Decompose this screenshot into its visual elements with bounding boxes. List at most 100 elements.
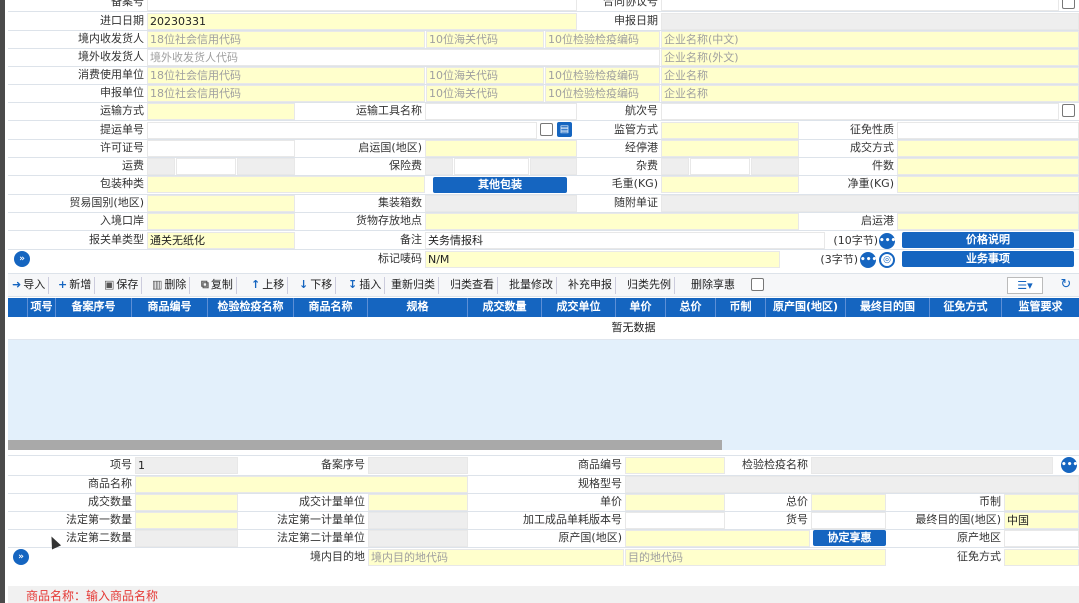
item-code-field[interactable] xyxy=(811,512,886,529)
import-date-field[interactable]: 20230331 xyxy=(147,13,577,30)
view-classification-button[interactable]: 归类查看 xyxy=(447,277,498,294)
document-icon[interactable]: ▤ xyxy=(557,122,572,137)
package-field[interactable] xyxy=(147,176,425,193)
insert-button[interactable]: ↧ 插入 xyxy=(345,277,386,294)
delete-preference-button[interactable]: 删除享惠 xyxy=(688,277,738,294)
dest-code-field[interactable]: 目的地代码 xyxy=(625,549,886,566)
transport-tool-field[interactable] xyxy=(425,103,577,120)
refresh-icon[interactable]: ↻ xyxy=(1057,277,1075,294)
record-seq-field[interactable] xyxy=(368,457,468,474)
record-no-field[interactable] xyxy=(147,0,577,11)
insurance-value-field[interactable] xyxy=(454,158,529,175)
other-package-button[interactable]: 其他包装 xyxy=(433,177,567,193)
goods-location-field[interactable] xyxy=(425,213,799,230)
final-country-field[interactable]: 中国 xyxy=(1004,512,1079,529)
entry-port-field[interactable] xyxy=(147,213,295,230)
declaration-type-field[interactable]: 通关无纸化 xyxy=(147,232,295,249)
supplement-declare-button[interactable]: 补充申报 xyxy=(565,277,616,294)
goods-name-field[interactable] xyxy=(135,476,468,493)
goods-code-field[interactable] xyxy=(625,457,725,474)
misc-value-field[interactable] xyxy=(690,158,750,175)
misc-type-field[interactable] xyxy=(661,158,689,175)
table-scrollbar[interactable] xyxy=(8,440,722,450)
domestic-dest-field[interactable]: 境内目的地代码 xyxy=(368,549,624,566)
classification-precedent-button[interactable]: 归类先例 xyxy=(624,277,675,294)
misc-currency-field[interactable] xyxy=(751,158,799,175)
price-note-button[interactable]: 价格说明 xyxy=(902,232,1074,248)
domestic-ciq-code-field[interactable]: 10位检验检疫编码 xyxy=(545,31,660,48)
remark-more-icon[interactable]: ••• xyxy=(879,233,896,249)
departure-country-field[interactable] xyxy=(425,140,577,157)
overseas-code-field[interactable]: 境外收发货人代码 xyxy=(147,49,660,66)
bom-version-field[interactable] xyxy=(625,512,725,529)
bill-checkbox[interactable] xyxy=(540,123,553,136)
declarant-company-field[interactable]: 企业名称 xyxy=(661,85,1079,102)
delete-button[interactable]: ▥ 删除 xyxy=(149,277,191,294)
net-weight-field[interactable] xyxy=(897,176,1079,193)
agreement-preference-button[interactable]: 协定享惠 xyxy=(813,530,886,546)
deal-unit-field[interactable] xyxy=(368,494,468,511)
freight-currency-field[interactable] xyxy=(237,158,295,175)
batch-edit-button[interactable]: 批量修改 xyxy=(506,277,557,294)
toolbar-checkbox[interactable] xyxy=(751,278,764,291)
domestic-credit-code-field[interactable]: 18位社会信用代码 xyxy=(147,31,425,48)
expand-detail-icon[interactable]: » xyxy=(13,549,29,565)
consumer-company-field[interactable]: 企业名称 xyxy=(661,67,1079,84)
transit-port-field[interactable] xyxy=(661,140,799,157)
overseas-company-field[interactable]: 企业名称(外文) xyxy=(661,49,1079,66)
remark-field[interactable]: 关务情报科 xyxy=(425,232,825,249)
freight-value-field[interactable] xyxy=(176,158,236,175)
declarant-ciq-code-field[interactable]: 10位检验检疫编码 xyxy=(545,85,660,102)
exemption-nature-field[interactable] xyxy=(897,122,1079,139)
expand-form-icon[interactable]: » xyxy=(14,251,30,267)
origin-country-field[interactable] xyxy=(625,530,810,547)
origin-region-field[interactable] xyxy=(1004,530,1079,547)
insurance-type-field[interactable] xyxy=(425,158,453,175)
move-up-button[interactable]: ↑ 上移 xyxy=(248,277,289,294)
departure-port-field[interactable] xyxy=(897,213,1079,230)
bill-no-field[interactable] xyxy=(147,122,537,139)
consumer-credit-code-field[interactable]: 18位社会信用代码 xyxy=(147,67,425,84)
declarant-customs-code-field[interactable]: 10位海关代码 xyxy=(426,85,544,102)
legal-qty2-field xyxy=(135,530,238,547)
deal-mode-field[interactable] xyxy=(897,140,1079,157)
business-matters-button[interactable]: 业务事项 xyxy=(902,251,1074,267)
total-price-field[interactable] xyxy=(811,494,886,511)
domestic-company-cn-field[interactable]: 企业名称(中文) xyxy=(661,31,1079,48)
transport-mode-field[interactable] xyxy=(147,103,295,120)
consumer-ciq-code-field[interactable]: 10位检验检疫编码 xyxy=(545,67,660,84)
supervision-field[interactable] xyxy=(661,122,799,139)
insurance-currency-field[interactable] xyxy=(530,158,577,175)
deal-qty-field[interactable] xyxy=(135,494,238,511)
currency-field[interactable] xyxy=(1004,494,1079,511)
col-checkbox[interactable] xyxy=(8,298,28,317)
gross-weight-field[interactable] xyxy=(661,176,799,193)
spec-field[interactable] xyxy=(625,476,1079,493)
pieces-field[interactable] xyxy=(897,158,1079,175)
legal-qty1-field[interactable] xyxy=(135,512,238,529)
mark-settings-icon[interactable]: ◎ xyxy=(879,252,895,268)
reclassify-button[interactable]: 重新归类 xyxy=(388,277,439,294)
voyage-field[interactable] xyxy=(661,103,1059,120)
voyage-checkbox[interactable] xyxy=(1062,104,1075,117)
save-button[interactable]: ▣ 保存 xyxy=(101,277,143,294)
contract-no-field[interactable] xyxy=(661,0,1059,11)
mark-field[interactable]: N/M xyxy=(425,251,780,268)
contract-checkbox[interactable] xyxy=(1062,0,1075,9)
ciq-name-field[interactable] xyxy=(811,457,1053,474)
mark-more-icon[interactable]: ••• xyxy=(860,252,877,268)
license-field[interactable] xyxy=(147,140,295,157)
declarant-credit-code-field[interactable]: 18位社会信用代码 xyxy=(147,85,425,102)
consumer-customs-code-field[interactable]: 10位海关代码 xyxy=(426,67,544,84)
copy-button[interactable]: ⧉ 复制 xyxy=(198,277,237,294)
trade-country-field[interactable] xyxy=(147,195,295,212)
domestic-customs-code-field[interactable]: 10位海关代码 xyxy=(426,31,544,48)
column-menu-button[interactable]: ☰▾ xyxy=(1007,277,1043,294)
import-button[interactable]: ➜ 导入 xyxy=(9,277,50,294)
move-down-button[interactable]: ↓ 下移 xyxy=(296,277,337,294)
exemption-mode-field[interactable] xyxy=(1004,549,1079,566)
ciq-more-icon[interactable]: ••• xyxy=(1061,457,1078,473)
freight-type-field[interactable] xyxy=(147,158,175,175)
unit-price-field[interactable] xyxy=(625,494,725,511)
add-button[interactable]: + 新增 xyxy=(55,277,96,294)
